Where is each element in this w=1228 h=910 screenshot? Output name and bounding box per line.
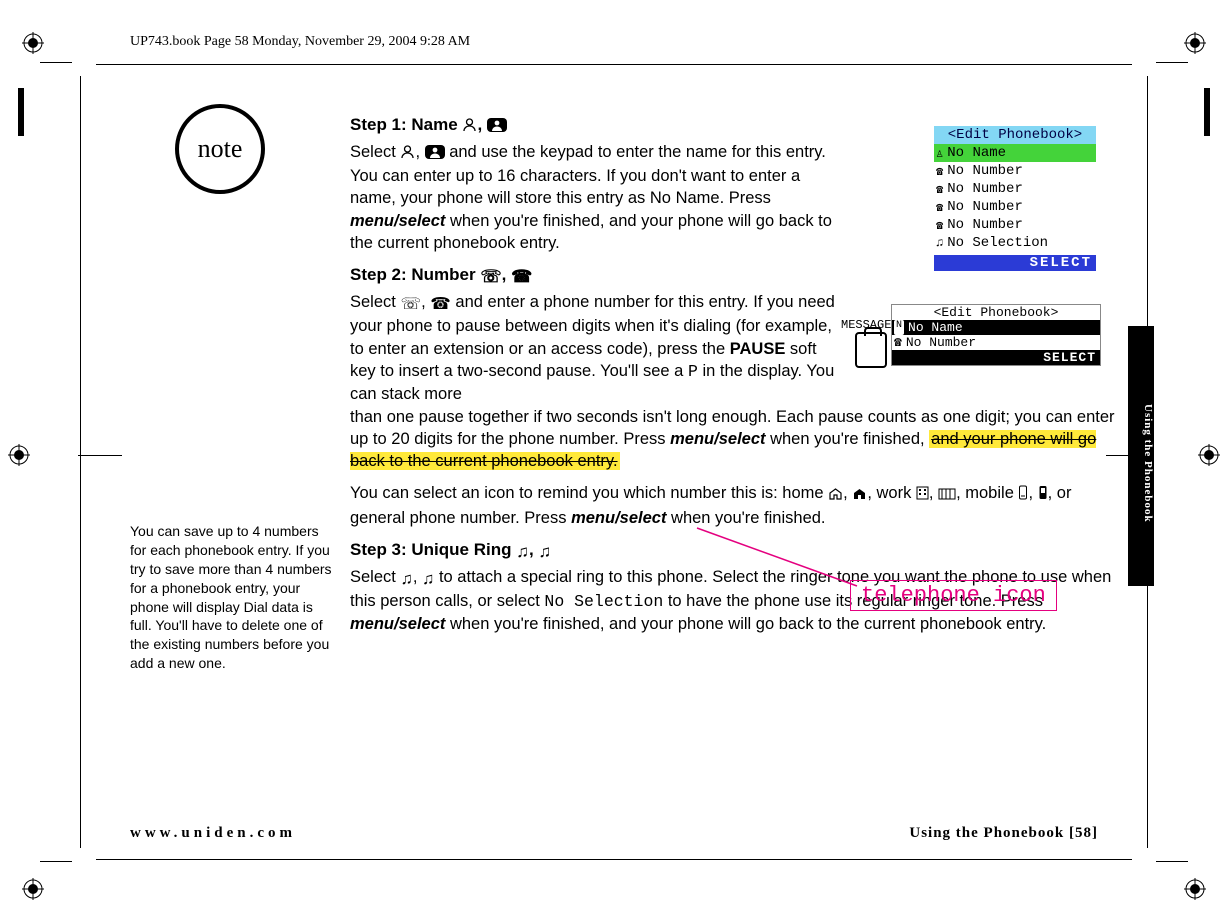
menu-select-label: menu/select (350, 212, 445, 230)
step-1-body: Select , and use the keypad to enter the… (350, 141, 840, 254)
step-1-heading: Step 1: Name , (350, 114, 1120, 139)
callout-label: telephone icon (850, 580, 1057, 611)
building-outline-icon (916, 484, 929, 506)
page: UP743.book Page 58 Monday, November 29, … (0, 0, 1228, 910)
telephone-outline-icon: ☏ (480, 266, 501, 289)
person-outline-icon (462, 116, 477, 139)
footer-section: Using the Phonebook (909, 825, 1069, 841)
section-tab: Using the Phonebook (1128, 326, 1154, 586)
registration-mark-icon (22, 32, 44, 54)
menu-select-label: menu/select (350, 615, 445, 633)
registration-mark-icon (22, 878, 44, 900)
mobile-outline-icon (1018, 484, 1028, 506)
pause-char: P (688, 362, 698, 381)
step-2-icons-body: You can select an icon to remind you whi… (350, 482, 1120, 529)
mobile-solid-icon (1038, 484, 1048, 506)
color-bar (1204, 88, 1210, 136)
music-note-solid-icon: ♫ (538, 541, 551, 564)
person-inverse-icon (425, 143, 445, 165)
footer-page-number: [58] (1069, 825, 1098, 841)
footer-url: www.uniden.com (130, 825, 296, 842)
music-note-outline-icon: ♫ (516, 541, 529, 564)
music-note-outline-icon: ♫ (400, 568, 412, 590)
page-footer: www.uniden.com Using the Phonebook [58] (130, 825, 1098, 842)
color-bar (18, 88, 24, 136)
home-solid-icon (852, 484, 867, 506)
home-outline-icon (828, 484, 843, 506)
telephone-outline-icon: ☏ (400, 293, 421, 315)
page-frame: UP743.book Page 58 Monday, November 29, … (80, 50, 1148, 868)
pause-label: PAUSE (730, 340, 786, 358)
sidebar-note: You can save up to 4 numbers for each ph… (130, 522, 335, 673)
registration-mark-icon (1198, 444, 1220, 466)
registration-mark-icon (1184, 878, 1206, 900)
person-inverse-icon (487, 116, 507, 139)
step-2-heading: Step 2: Number ☏, ☎ (350, 264, 1120, 289)
building-wide-icon (938, 484, 956, 506)
running-head: UP743.book Page 58 Monday, November 29, … (130, 34, 470, 50)
person-outline-icon (400, 143, 415, 165)
registration-mark-icon (1184, 32, 1206, 54)
registration-mark-icon (8, 444, 30, 466)
telephone-solid-icon: ☎ (430, 293, 451, 315)
menu-select-label: menu/select (670, 430, 765, 448)
note-badge: note (175, 104, 265, 194)
no-selection-label: No Selection (544, 592, 663, 611)
step-2-body: Select ☏, ☎ and enter a phone number for… (350, 291, 1120, 472)
menu-select-label: menu/select (571, 509, 666, 527)
music-note-solid-icon: ♫ (422, 568, 434, 590)
telephone-solid-icon: ☎ (511, 266, 532, 289)
